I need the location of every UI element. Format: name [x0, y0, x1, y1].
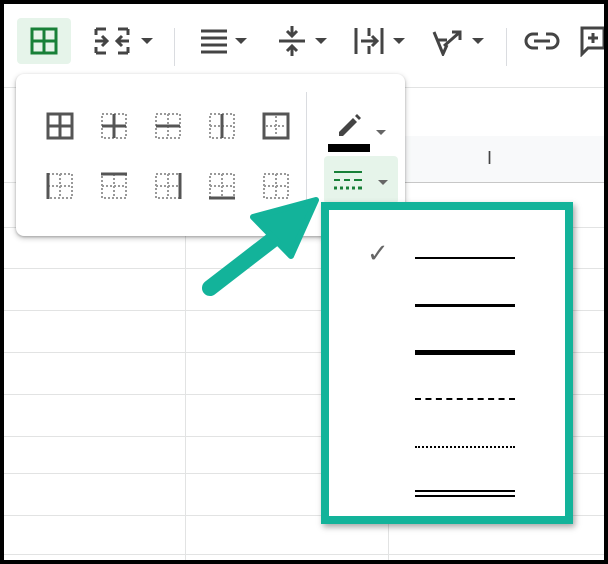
screenshot-frame: I ✓: [0, 0, 608, 564]
border-style-option-dotted[interactable]: [329, 424, 565, 464]
double-line: [415, 490, 515, 497]
border-style-option-double[interactable]: [329, 470, 565, 510]
border-style-option-dashed[interactable]: [329, 376, 565, 416]
thick-solid-line: [415, 350, 515, 355]
medium-solid-line: [415, 304, 515, 307]
dotted-line: [415, 446, 515, 448]
border-style-option-medium-solid[interactable]: [329, 282, 565, 322]
check-icon: ✓: [367, 238, 389, 268]
border-style-menu: ✓: [321, 202, 573, 524]
border-style-option-thick-solid[interactable]: [329, 328, 565, 368]
border-style-option-thin-solid[interactable]: ✓: [329, 234, 565, 274]
thin-solid-line: [415, 257, 515, 259]
dashed-line: [415, 398, 515, 400]
